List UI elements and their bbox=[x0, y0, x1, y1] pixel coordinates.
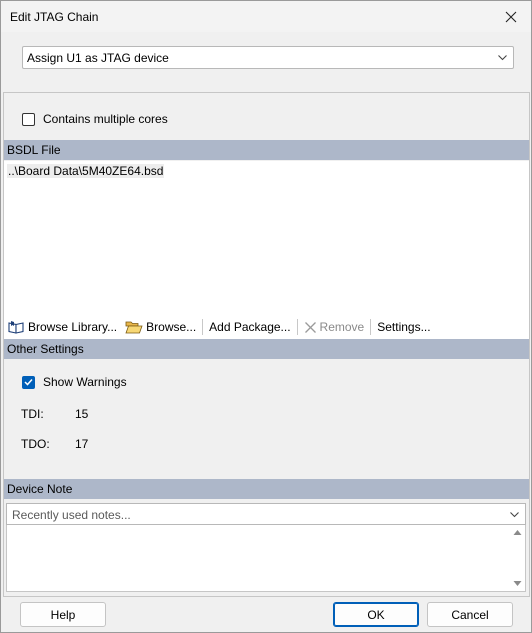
scroll-down-icon[interactable] bbox=[513, 580, 522, 587]
tdi-value: 15 bbox=[75, 407, 89, 421]
show-warnings-option[interactable]: Show Warnings bbox=[22, 375, 127, 389]
add-package-label: Add Package... bbox=[209, 320, 291, 334]
device-note-textarea[interactable] bbox=[6, 525, 526, 592]
toolbar-divider bbox=[202, 319, 204, 335]
browse-library-label: Browse Library... bbox=[28, 320, 118, 334]
browse-label: Browse... bbox=[146, 320, 197, 334]
multiple-cores-label: Contains multiple cores bbox=[43, 112, 168, 126]
remove-icon bbox=[304, 321, 316, 333]
show-warnings-checkbox[interactable] bbox=[22, 375, 35, 389]
folder-open-icon bbox=[125, 321, 143, 334]
title-bar: Edit JTAG Chain bbox=[1, 1, 531, 32]
toolbar-divider bbox=[370, 319, 372, 335]
window-title: Edit JTAG Chain bbox=[10, 10, 99, 24]
main-panel: Contains multiple cores BSDL File ..\Boa… bbox=[3, 92, 530, 597]
recent-notes-placeholder: Recently used notes... bbox=[12, 508, 131, 522]
browse-library-button[interactable]: Browse Library... bbox=[4, 316, 121, 338]
tdo-label: TDO: bbox=[21, 437, 50, 451]
settings-button[interactable]: Settings... bbox=[373, 316, 434, 338]
chevron-down-icon bbox=[510, 512, 519, 518]
add-package-button[interactable]: Add Package... bbox=[205, 316, 294, 338]
bsdl-file-item[interactable]: ..\Board Data\5M40ZE64.bsd bbox=[7, 164, 165, 178]
bsdl-file-list[interactable]: ..\Board Data\5M40ZE64.bsd bbox=[4, 161, 529, 315]
multiple-cores-option[interactable]: Contains multiple cores bbox=[22, 112, 168, 126]
browse-button[interactable]: Browse... bbox=[121, 316, 200, 338]
close-button[interactable] bbox=[491, 1, 531, 32]
bsdl-file-header: BSDL File bbox=[4, 140, 529, 160]
ok-button[interactable]: OK bbox=[333, 602, 419, 627]
multiple-cores-checkbox[interactable] bbox=[22, 112, 35, 126]
tdo-value: 17 bbox=[75, 437, 89, 451]
tdi-label: TDI: bbox=[21, 407, 44, 421]
remove-button[interactable]: Remove bbox=[300, 316, 369, 338]
device-assign-dropdown[interactable]: Assign U1 as JTAG device bbox=[22, 46, 514, 69]
show-warnings-label: Show Warnings bbox=[43, 375, 127, 389]
device-note-header: Device Note bbox=[4, 479, 529, 499]
help-button[interactable]: Help bbox=[20, 602, 106, 627]
device-assign-value: Assign U1 as JTAG device bbox=[27, 51, 169, 65]
bsdl-toolbar: Browse Library... Browse... Add Package.… bbox=[4, 315, 529, 339]
edit-jtag-chain-dialog: Edit JTAG Chain Assign U1 as JTAG device… bbox=[0, 0, 532, 633]
checkmark-icon bbox=[24, 378, 33, 386]
device-select-area: Assign U1 as JTAG device bbox=[2, 32, 530, 91]
chevron-down-icon bbox=[498, 55, 507, 61]
scroll-up-icon[interactable] bbox=[513, 529, 522, 536]
settings-label: Settings... bbox=[377, 320, 431, 334]
toolbar-divider bbox=[296, 319, 298, 335]
close-icon bbox=[505, 11, 517, 22]
book-icon bbox=[8, 321, 24, 334]
remove-label: Remove bbox=[319, 320, 365, 334]
cancel-button[interactable]: Cancel bbox=[427, 602, 513, 627]
note-scrollbar[interactable] bbox=[510, 525, 525, 591]
recent-notes-dropdown[interactable]: Recently used notes... bbox=[6, 503, 526, 525]
other-settings-header: Other Settings bbox=[4, 339, 529, 359]
